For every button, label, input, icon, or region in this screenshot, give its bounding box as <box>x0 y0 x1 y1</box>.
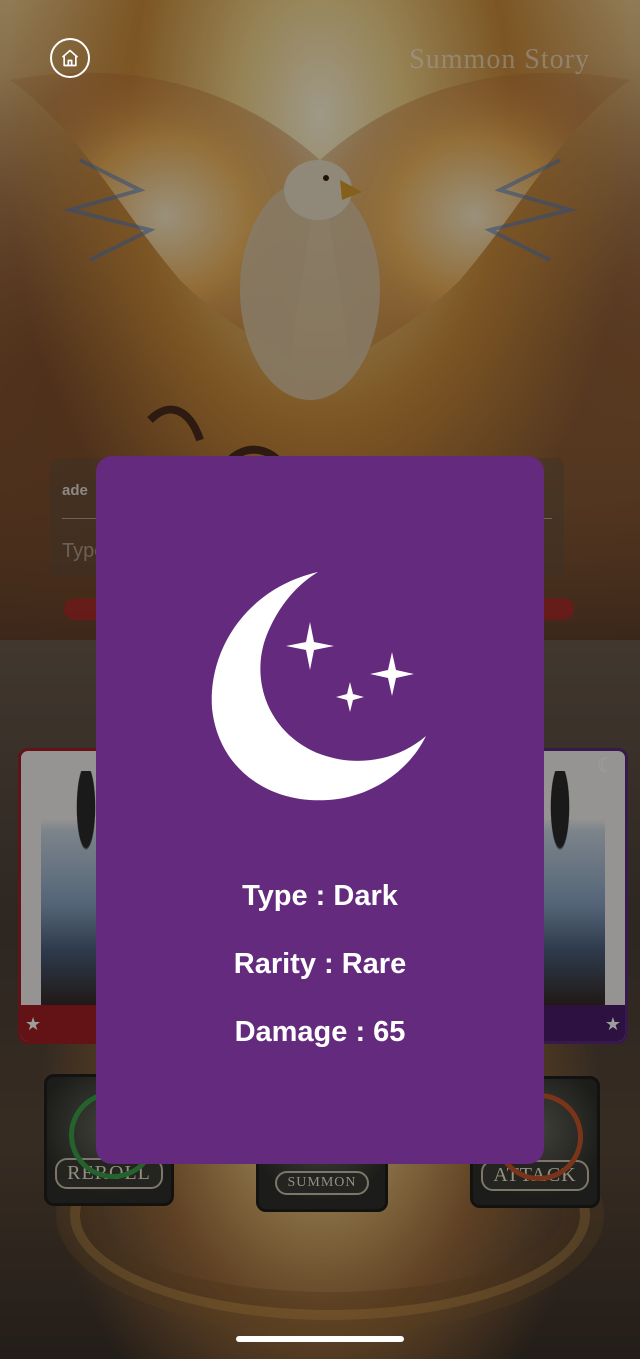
home-button[interactable] <box>50 38 90 78</box>
card-type-text: Type : Dark <box>242 880 398 912</box>
card-detail-modal[interactable]: Type : Dark Rarity : Rare Damage : 65 <box>96 456 544 1164</box>
home-indicator-bar[interactable] <box>236 1336 404 1342</box>
card-rarity-text: Rarity : Rare <box>233 948 407 980</box>
game-screen: Summon Story ade Type ★ ☾ ★ REROLL SUMMO… <box>0 0 640 1359</box>
home-icon <box>61 49 79 67</box>
moon-stars-icon <box>211 572 426 801</box>
card-damage-text: Damage : 65 <box>234 1016 406 1048</box>
